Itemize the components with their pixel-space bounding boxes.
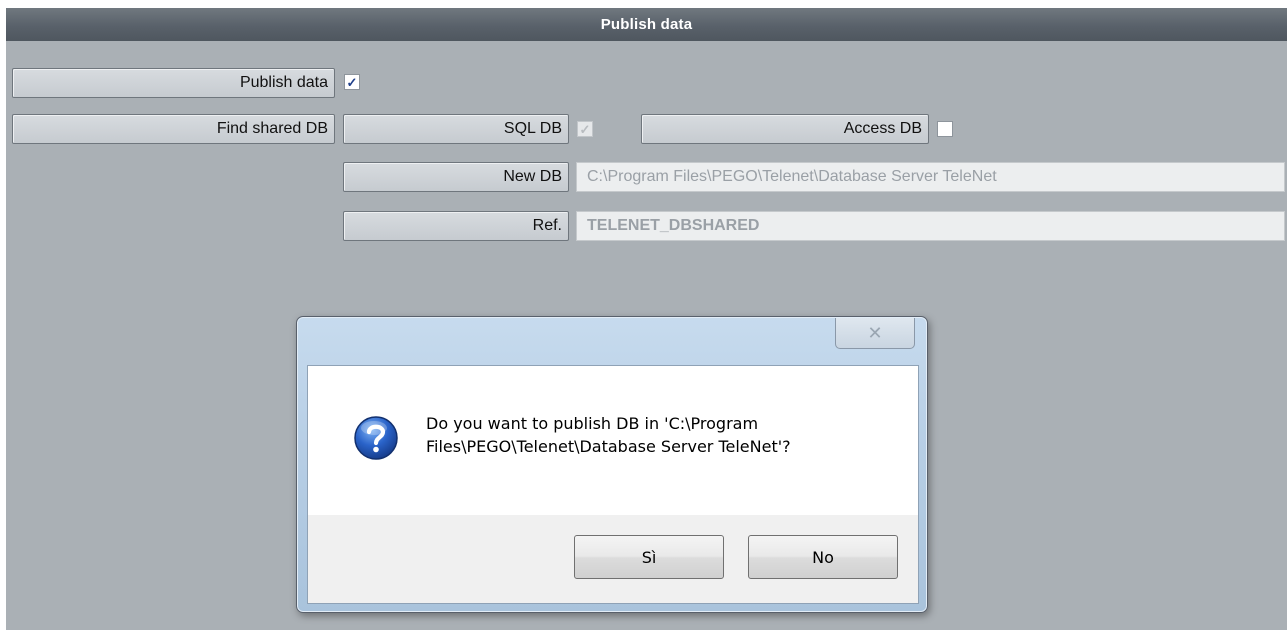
new-db-path-field[interactable]: C:\Program Files\PEGO\Telenet\Database S… [576, 162, 1285, 192]
dialog-body: Do you want to publish DB in 'C:\Program… [307, 365, 919, 516]
dialog-message: Do you want to publish DB in 'C:\Program… [426, 412, 896, 458]
sql-db-button[interactable]: SQL DB [343, 114, 569, 144]
ref-button[interactable]: Ref. [343, 211, 569, 241]
access-db-button[interactable]: Access DB [641, 114, 929, 144]
yes-button[interactable]: Sì [574, 535, 724, 579]
close-icon[interactable]: ✕ [835, 318, 915, 349]
access-db-checkbox[interactable] [937, 121, 953, 137]
dialog-message-line-1: Do you want to publish DB in 'C:\Program [426, 414, 759, 433]
ref-field[interactable]: TELENET_DBSHARED [576, 211, 1285, 241]
dialog-footer: Sì No [307, 515, 919, 604]
panel-title: Publish data [6, 8, 1287, 41]
no-button[interactable]: No [748, 535, 898, 579]
publish-data-checkbox[interactable]: ✓ [344, 74, 360, 90]
question-icon [354, 416, 398, 460]
sql-db-checkbox[interactable]: ✓ [577, 121, 593, 137]
find-shared-db-button[interactable]: Find shared DB [12, 114, 335, 144]
publish-data-button[interactable]: Publish data [12, 68, 335, 98]
confirm-dialog: ✕ Do you want to publish DB in 'C:\Progr… [296, 316, 928, 613]
new-db-button[interactable]: New DB [343, 162, 569, 192]
dialog-message-line-2: Files\PEGO\Telenet\Database Server TeleN… [426, 437, 791, 456]
